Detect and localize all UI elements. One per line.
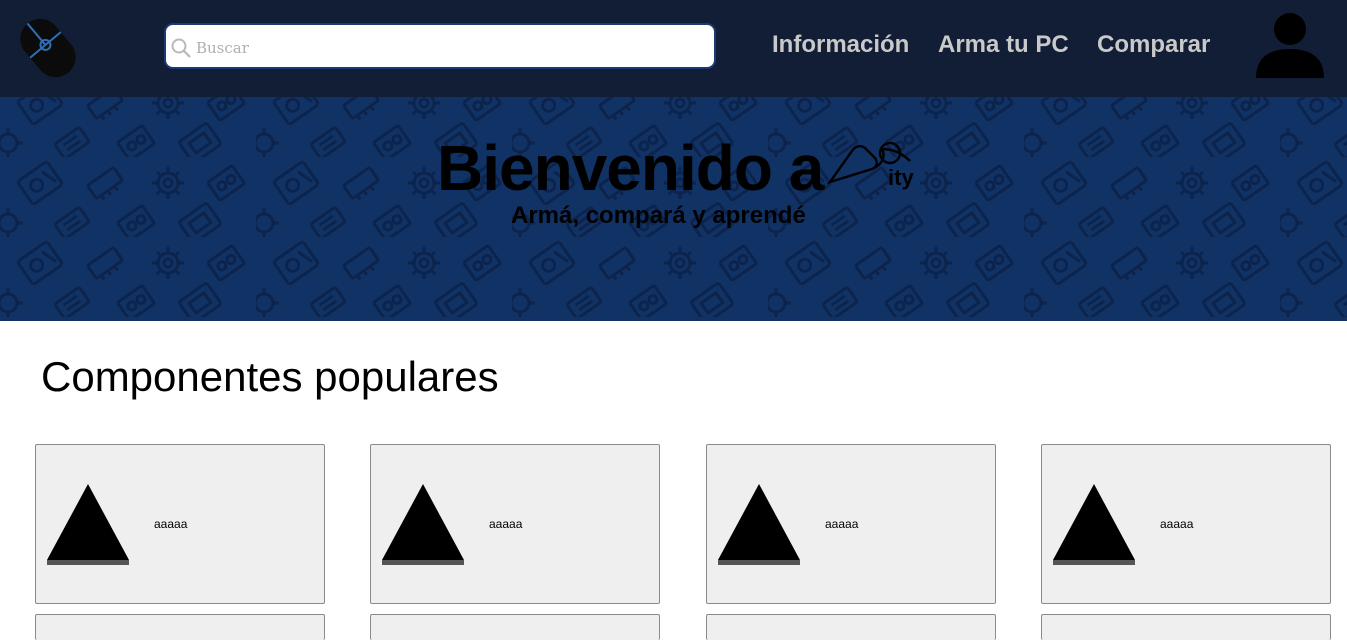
component-card[interactable]: aaaaa — [35, 444, 325, 604]
component-card[interactable]: aaaaa — [1041, 444, 1331, 604]
nav-link-comparar[interactable]: Comparar — [1097, 31, 1210, 59]
component-card[interactable]: aaaaa — [370, 444, 660, 604]
component-card[interactable]: aaaaa — [706, 444, 996, 604]
component-card[interactable] — [35, 614, 325, 640]
section-title: Componentes populares — [41, 353, 499, 400]
user-avatar-icon[interactable] — [1254, 10, 1326, 82]
hero-subtitle: Armá, compará y aprendé — [511, 202, 806, 229]
triangle-image-icon — [47, 484, 129, 565]
brand-logo: ity — [826, 135, 922, 195]
hero-title: Bienvenido a — [437, 132, 824, 204]
component-card[interactable] — [706, 614, 996, 640]
top-navbar: Información Arma tu PC Comparar — [0, 0, 1347, 97]
component-card-label: aaaaa — [489, 517, 523, 531]
search-input[interactable] — [194, 34, 698, 62]
nav-link-arma-tu-pc[interactable]: Arma tu PC — [938, 31, 1069, 59]
search-box — [164, 23, 716, 69]
component-card-label: aaaaa — [154, 517, 188, 531]
search-icon — [171, 38, 191, 58]
nav-link-informacion[interactable]: Información — [772, 31, 909, 59]
component-card-label: aaaaa — [1160, 517, 1194, 531]
component-card-label: aaaaa — [825, 517, 859, 531]
triangle-image-icon — [382, 484, 464, 565]
triangle-image-icon — [718, 484, 800, 565]
triangle-image-icon — [1053, 484, 1135, 565]
component-card[interactable] — [1041, 614, 1331, 640]
mouse-logo-icon[interactable] — [8, 8, 88, 88]
component-card[interactable] — [370, 614, 660, 640]
brand-logo-text: ity — [888, 165, 914, 190]
